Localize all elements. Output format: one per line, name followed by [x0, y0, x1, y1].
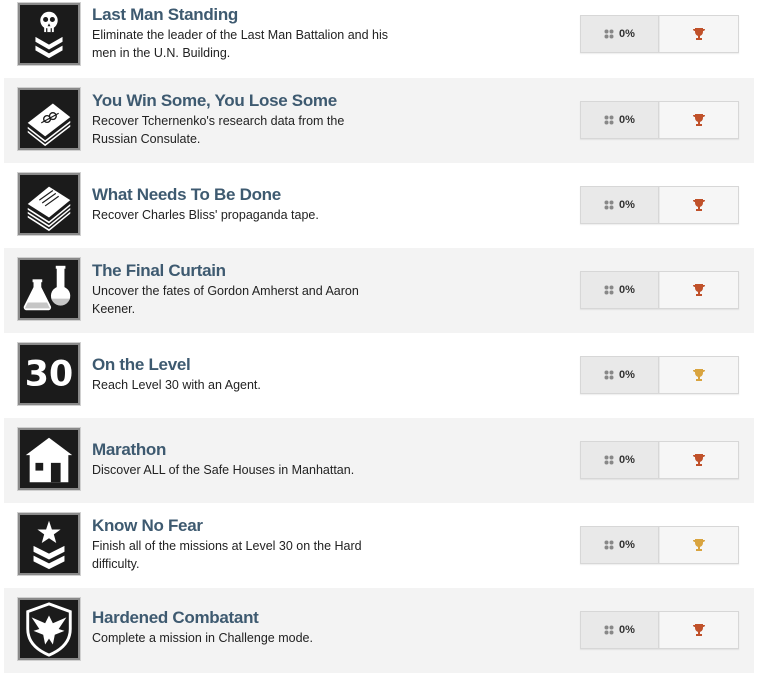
rarity-dots-icon	[604, 455, 614, 465]
achievement-title: The Final Curtain	[92, 261, 226, 280]
achievement-title: Know No Fear	[92, 516, 203, 535]
trophy-button[interactable]	[660, 272, 738, 308]
percent-value: 0%	[619, 624, 635, 636]
completion-percent[interactable]: 0%	[581, 612, 659, 648]
percent-value: 0%	[619, 454, 635, 466]
rarity-dots-icon	[604, 285, 614, 295]
achievement-stats: 0%	[580, 186, 739, 224]
trophy-button[interactable]	[660, 357, 738, 393]
trophy-icon	[693, 284, 705, 296]
rarity-dots-icon	[604, 370, 614, 380]
achievement-row: Know No Fear Finish all of the missions …	[4, 503, 754, 588]
achievement-stats: 0%	[580, 356, 739, 394]
achievement-description: Discover ALL of the Safe Houses in Manha…	[92, 463, 355, 477]
rarity-dots-icon	[604, 625, 614, 635]
achievement-row: Marathon Discover ALL of the Safe Houses…	[4, 418, 754, 503]
safe-house-icon	[18, 428, 80, 490]
trophy-icon	[693, 539, 705, 551]
rarity-dots-icon	[604, 200, 614, 210]
achievement-description: Uncover the fates of Gordon Amherst and …	[92, 284, 359, 316]
achievement-title: Last Man Standing	[92, 5, 239, 24]
trophy-button[interactable]	[660, 187, 738, 223]
achievement-stats: 0%	[580, 526, 739, 564]
achievement-title: Marathon	[92, 440, 167, 459]
trophy-button[interactable]	[660, 612, 738, 648]
achievement-title: What Needs To Be Done	[92, 185, 281, 204]
trophy-icon	[693, 624, 705, 636]
achievement-row: 30 On the Level Reach Level 30 with an A…	[4, 333, 754, 418]
completion-percent[interactable]: 0%	[581, 527, 659, 563]
document-stack-icon	[18, 173, 80, 235]
achievement-row: The Final Curtain Uncover the fates of G…	[4, 248, 754, 333]
percent-value: 0%	[619, 28, 635, 40]
achievement-stats: 0%	[580, 101, 739, 139]
achievement-title: You Win Some, You Lose Some	[92, 91, 337, 110]
percent-value: 0%	[619, 284, 635, 296]
achievement-description: Eliminate the leader of the Last Man Bat…	[92, 28, 389, 60]
star-chevron-icon	[18, 513, 80, 575]
achievement-description: Recover Charles Bliss' propaganda tape.	[92, 208, 319, 222]
completion-percent[interactable]: 0%	[581, 357, 659, 393]
achievement-stats: 0%	[580, 271, 739, 309]
achievement-title: Hardened Combatant	[92, 608, 259, 627]
achievement-row: What Needs To Be Done Recover Charles Bl…	[4, 163, 754, 248]
achievement-row: You Win Some, You Lose Some Recover Tche…	[4, 78, 754, 163]
achievement-list: Last Man Standing Eliminate the leader o…	[0, 0, 763, 673]
lab-flasks-icon	[18, 258, 80, 320]
trophy-icon	[693, 114, 705, 126]
achievement-title: On the Level	[92, 355, 191, 374]
completion-percent[interactable]: 0%	[581, 442, 659, 478]
skull-chevron-icon	[18, 3, 80, 65]
achievement-description: Complete a mission in Challenge mode.	[92, 631, 313, 645]
rarity-dots-icon	[604, 115, 614, 125]
achievement-description: Recover Tchernenko's research data from …	[92, 114, 345, 146]
achievement-description: Finish all of the missions at Level 30 o…	[92, 539, 362, 571]
achievement-stats: 0%	[580, 441, 739, 479]
achievement-row: Hardened Combatant Complete a mission in…	[4, 588, 754, 673]
achievement-row: Last Man Standing Eliminate the leader o…	[4, 0, 754, 85]
trophy-icon	[693, 199, 705, 211]
research-papers-icon	[18, 88, 80, 150]
rarity-dots-icon	[604, 29, 614, 39]
eagle-shield-icon	[18, 598, 80, 660]
trophy-button[interactable]	[660, 527, 738, 563]
rarity-dots-icon	[604, 540, 614, 550]
percent-value: 0%	[619, 114, 635, 126]
achievement-description: Reach Level 30 with an Agent.	[92, 378, 261, 392]
trophy-button[interactable]	[660, 16, 738, 52]
percent-value: 0%	[619, 199, 635, 211]
percent-value: 0%	[619, 369, 635, 381]
trophy-icon	[693, 28, 705, 40]
achievement-stats: 0%	[580, 611, 739, 649]
level-number: 30	[25, 355, 73, 395]
completion-percent[interactable]: 0%	[581, 272, 659, 308]
trophy-icon	[693, 454, 705, 466]
completion-percent[interactable]: 0%	[581, 16, 659, 52]
completion-percent[interactable]: 0%	[581, 187, 659, 223]
level-30-icon: 30	[18, 343, 80, 405]
trophy-icon	[693, 369, 705, 381]
trophy-button[interactable]	[660, 442, 738, 478]
completion-percent[interactable]: 0%	[581, 102, 659, 138]
trophy-button[interactable]	[660, 102, 738, 138]
achievement-stats: 0%	[580, 15, 739, 53]
percent-value: 0%	[619, 539, 635, 551]
